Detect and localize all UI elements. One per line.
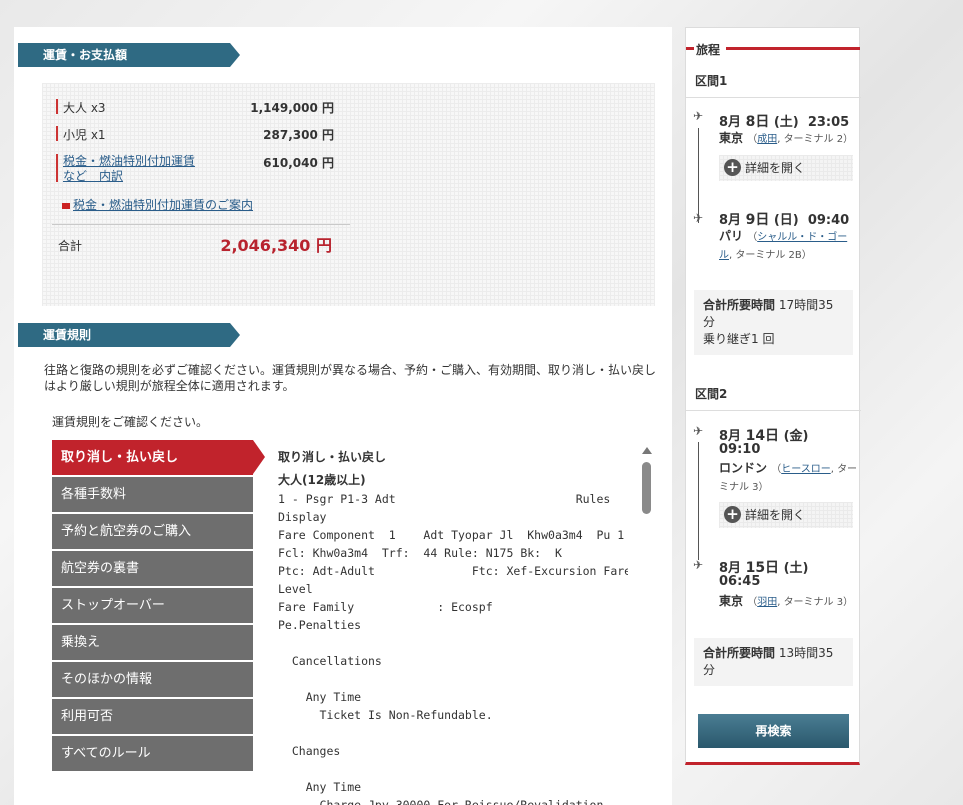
tax-guide-link[interactable]: 税金・燃油特別付加運賃のご案内 — [62, 196, 253, 213]
itinerary-title: 旅程 — [696, 43, 721, 57]
departure-city: 東京 （成田, ターミナル 2） — [719, 131, 854, 145]
tab-other-info[interactable]: そのほかの情報 — [52, 662, 253, 697]
tab-stopover[interactable]: ストップオーバー — [52, 588, 253, 623]
divider — [686, 97, 861, 98]
rules-text: 1 - Psgr P1-3 Adt Rules Display Fare Com… — [278, 492, 628, 805]
expand-details-button[interactable]: + 詳細を開く — [719, 502, 853, 528]
tax-breakdown-link[interactable]: 税金・燃油特別付加運賃 など 内訳 — [63, 154, 195, 184]
rules-intro: 往路と復路の規則を必ずご確認ください。運賃規則が異なる場合、予約・ご購入、有効期… — [44, 363, 657, 393]
fare-row-label: 小児 x1 — [63, 128, 106, 142]
divider — [52, 224, 350, 225]
arrival-time: 06:45 — [719, 574, 761, 589]
airport-link[interactable]: ヒースロー — [781, 464, 831, 475]
leg-label: 区間2 — [695, 387, 728, 401]
rules-content: 取り消し・払い戻し 大人(12歳以上) 1 - Psgr P1-3 Adt Ru… — [278, 448, 628, 805]
arrival-city: 東京 （羽田, ターミナル 3） — [719, 594, 854, 608]
tab-booking[interactable]: 予約と航空券のご購入 — [52, 514, 253, 549]
rules-content-title: 取り消し・払い戻し — [278, 450, 387, 464]
leg-label: 区間1 — [695, 74, 728, 88]
total-amount: 2,046,340 円 — [220, 236, 332, 255]
scroll-thumb[interactable] — [642, 462, 651, 514]
total-label: 合計 — [58, 239, 83, 253]
plus-icon: + — [724, 159, 741, 176]
tab-transfer[interactable]: 乗換え — [52, 625, 253, 660]
tab-cancellation[interactable]: 取り消し・払い戻し — [52, 440, 265, 475]
itinerary-header: 旅程 — [686, 43, 861, 57]
rules-check-note: 運賃規則をご確認ください。 — [52, 415, 209, 429]
rules-content-subtitle: 大人(12歳以上) — [278, 473, 366, 487]
tab-availability[interactable]: 利用可否 — [52, 699, 253, 734]
departure-plane-icon: ✈ — [693, 109, 704, 123]
rules-section-title: 運賃規則 — [18, 323, 240, 347]
timeline — [698, 442, 699, 560]
external-link-icon — [62, 202, 70, 209]
fare-row-label: 大人 x3 — [63, 101, 106, 115]
fare-section-title: 運賃・お支払額 — [18, 43, 240, 67]
arrival-datetime: 8月 9日 (日) 09:40 — [719, 212, 850, 228]
plus-icon: + — [724, 506, 741, 523]
airport-link[interactable]: 羽田 — [757, 597, 777, 608]
departure-time: 09:10 — [719, 442, 761, 457]
timeline — [698, 128, 699, 223]
rules-scrollbar[interactable] — [641, 447, 653, 805]
tab-endorsement[interactable]: 航空券の裏書 — [52, 551, 253, 586]
rules-tabs: 取り消し・払い戻し 各種手数料 予約と航空券のご購入 航空券の裏書 ストップオー… — [52, 440, 265, 773]
fare-breakdown: 大人 x3 1,149,000 円 小児 x1 287,300 円 税金・燃油特… — [42, 83, 655, 306]
fare-row-amount: 1,149,000 円 — [250, 101, 334, 115]
fare-panel: 運賃・お支払額 大人 x3 1,149,000 円 小児 x1 287,300 … — [14, 27, 672, 805]
scroll-up-icon[interactable] — [642, 447, 652, 454]
leg-summary: 合計所要時間 13時間35分 — [694, 638, 853, 686]
fare-row-tax: 税金・燃油特別付加運賃 など 内訳 610,040 円 — [56, 154, 334, 184]
departure-city: ロンドン （ヒースロー, ターミナル 3） — [719, 461, 858, 493]
tab-fees[interactable]: 各種手数料 — [52, 477, 253, 512]
departure-datetime: 8月 8日 (土) 23:05 — [719, 114, 850, 130]
divider — [686, 410, 861, 411]
arrival-plane-icon: ✈ — [693, 558, 704, 572]
leg-summary: 合計所要時間 17時間35分 乗り継ぎ1 回 — [694, 290, 853, 355]
airport-link[interactable]: 成田 — [757, 134, 777, 145]
itinerary-panel: 旅程 区間1 ✈ 8月 8日 (土) 23:05 東京 （成田, ターミナル 2… — [685, 27, 861, 765]
research-button[interactable]: 再検索 — [698, 714, 849, 748]
fare-row-amount: 610,040 円 — [263, 156, 334, 170]
departure-plane-icon: ✈ — [693, 424, 704, 438]
tab-all-rules[interactable]: すべてのルール — [52, 736, 253, 771]
fare-row-amount: 287,300 円 — [263, 128, 334, 142]
arrival-plane-icon: ✈ — [693, 211, 704, 225]
arrival-city: パリ （シャルル・ド・ゴール, ターミナル 2B） — [719, 229, 848, 261]
expand-details-button[interactable]: + 詳細を開く — [719, 155, 853, 181]
